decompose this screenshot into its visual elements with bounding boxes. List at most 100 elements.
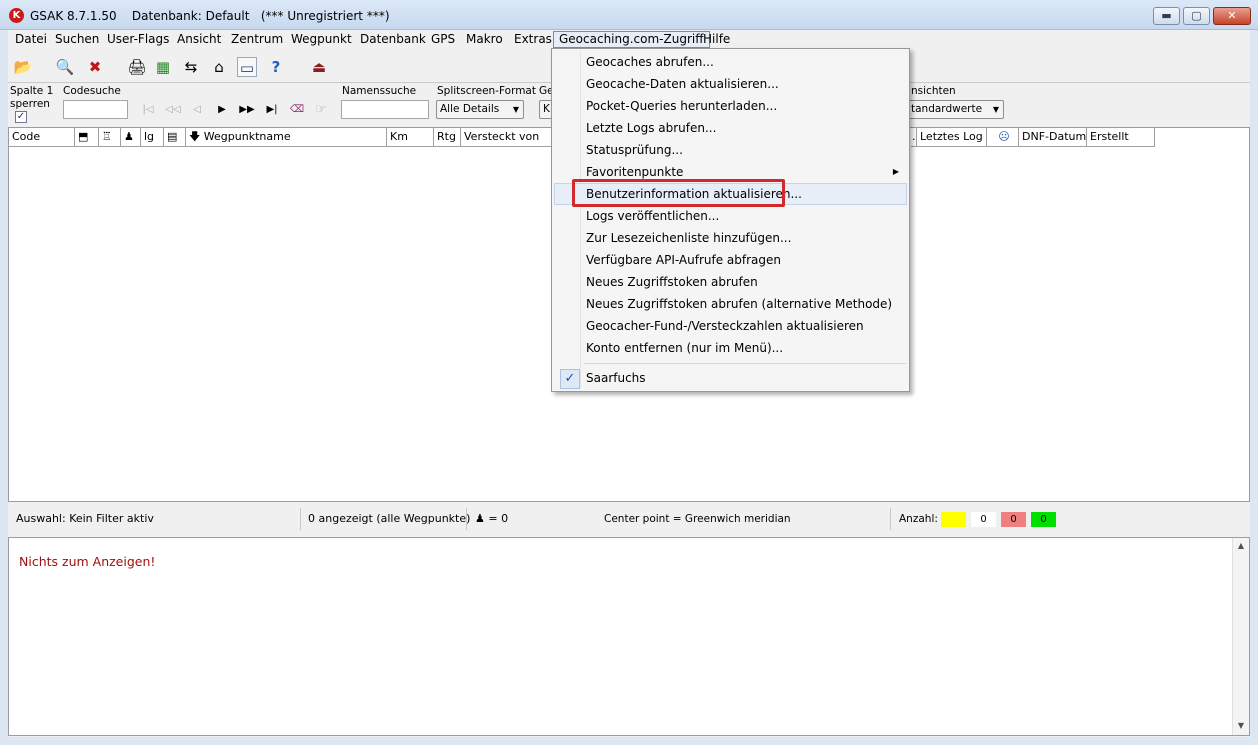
geocaching-zugriff-menu: Geocaches abrufen... Geocache-Daten aktu… [551,48,910,392]
codesuche-input[interactable] [63,100,128,119]
chevron-down-icon: ▼ [512,105,519,114]
menu-zugriffstoken-alt[interactable]: Neues Zugriffstoken abrufen (alternative… [554,293,907,315]
col-rtg[interactable]: Rtg [434,128,461,147]
menu-letzte-logs[interactable]: Letzte Logs abrufen... [554,117,907,139]
col-wegpunktname[interactable]: 🡇 Wegpunktname [186,128,387,147]
window-title: GSAK 8.7.1.50 Datenbank: Default (*** Un… [30,9,390,23]
person-icon: ♟ [475,512,485,525]
col-km[interactable]: Km [387,128,434,147]
status-filter: Auswahl: Kein Filter aktiv [8,508,301,530]
col-container[interactable]: ⬒ [75,128,99,147]
ansichten-select[interactable]: tandardwerte ▼ [904,100,1004,119]
account-label: Saarfuchs [586,371,646,385]
menu-geocaches-abrufen[interactable]: Geocaches abrufen... [554,51,907,73]
empty-message: Nichts zum Anzeigen! [19,554,156,569]
menu-zugriffstoken[interactable]: Neues Zugriffstoken abrufen [554,271,907,293]
count-yellow [941,512,966,527]
ge-value: K [543,103,550,115]
help-icon[interactable]: ? [266,57,286,77]
gsak-logo-icon: K [9,8,24,23]
menu-api-aufrufe[interactable]: Verfügbare API-Aufrufe abfragen [554,249,907,271]
menu-suchen[interactable]: Suchen [50,31,104,48]
exit-icon[interactable]: ⏏ [309,57,329,77]
col-lg[interactable]: lg [141,128,164,147]
menu-zentrum[interactable]: Zentrum [226,31,288,48]
menu-pocket-queries[interactable]: Pocket-Queries herunterladen... [554,95,907,117]
splitscreen-select[interactable]: Alle Details ▼ [436,100,524,119]
menu-extras[interactable]: Extras [509,31,557,48]
codesuche-label: Codesuche [63,85,121,97]
menu-statuspruefung[interactable]: Statusprüfung... [554,139,907,161]
first-record-icon[interactable]: |◁ [139,101,157,119]
preview-icon[interactable]: 🔍 [55,57,75,77]
col-person[interactable]: ♟ [121,128,141,147]
print-icon[interactable]: 🖨 [127,57,147,77]
spalte-label: Spalte 1 [10,85,54,97]
scroll-down-icon[interactable]: ▼ [1233,718,1249,734]
pointing-hand-icon[interactable]: ☞ [312,101,330,119]
detail-pane[interactable]: Nichts zum Anzeigen! ▲ ▼ [8,537,1250,736]
col-dnf-icon[interactable]: ☹ [987,128,1019,147]
status-shown: 0 angezeigt (alle Wegpunkte) [301,508,470,530]
menu-logs-veroeffentlichen[interactable]: Logs veröffentlichen... [554,205,907,227]
menu-ansicht[interactable]: Ansicht [172,31,226,48]
menu-datenbank[interactable]: Datenbank [355,31,431,48]
splitscreen-label: Splitscreen-Format [437,85,536,97]
next-record-icon[interactable]: ▶ [213,101,231,119]
next-page-icon[interactable]: ▶▶ [238,101,256,119]
menu-fund-versteckzahlen[interactable]: Geocacher-Fund-/Versteckzahlen aktualisi… [554,315,907,337]
open-folder-icon[interactable]: 📂 [13,57,33,77]
col-letztes-log[interactable]: Letztes Log [917,128,987,147]
submenu-arrow-icon: ▶ [892,167,899,176]
close-button[interactable]: ✕ [1213,7,1251,25]
title-bar: K GSAK 8.7.1.50 Datenbank: Default (*** … [0,0,1258,30]
maximize-button[interactable]: ▢ [1183,7,1210,25]
prev-record-icon[interactable]: ◁ [188,101,206,119]
col-dnf-datum[interactable]: DNF-Datum [1019,128,1087,147]
splitscreen-value: Alle Details [440,103,500,115]
grid-view-icon[interactable]: ▦ [153,57,173,77]
menu-user-flags[interactable]: User-Flags [102,31,174,48]
home-icon[interactable]: ⌂ [209,57,229,77]
status-person: ♟ = 0 [467,508,596,530]
namenssuche-input[interactable] [341,100,429,119]
transfer-icon[interactable]: ⇆ [181,57,201,77]
eraser-icon[interactable]: ⌫ [288,101,306,119]
col-user-flag[interactable]: ♖ [99,128,121,147]
detail-scrollbar[interactable]: ▲ ▼ [1232,538,1249,735]
menu-datei[interactable]: Datei [10,31,52,48]
menu-bar: Datei Suchen User-Flags Ansicht Zentrum … [8,30,1250,49]
count-white: 0 [971,512,996,527]
menu-lesezeichenliste[interactable]: Zur Lesezeichenliste hinzufügen... [554,227,907,249]
highlight-annotation-box [572,179,785,207]
menu-geocaching-zugriff[interactable]: Geocaching.com-Zugriff [553,31,710,48]
status-bar: Auswahl: Kein Filter aktiv 0 angezeigt (… [8,508,1250,530]
menu-konto-entfernen[interactable]: Konto entfernen (nur im Menü)... [554,337,907,359]
menu-favoritenpunkte-label: Favoritenpunkte [586,165,684,179]
menu-account-saarfuchs[interactable]: ✓ Saarfuchs [554,367,907,389]
menu-wegpunkt[interactable]: Wegpunkt [286,31,357,48]
last-record-icon[interactable]: ▶| [263,101,281,119]
col-versteckt-von[interactable]: Versteckt von [461,128,553,147]
menu-gps[interactable]: GPS [426,31,460,48]
menu-separator [584,363,906,364]
menu-makro[interactable]: Makro [461,31,508,48]
delete-icon[interactable]: ✖ [85,57,105,77]
col-erstellt[interactable]: Erstellt [1087,128,1155,147]
count-red: 0 [1001,512,1026,527]
minimize-button[interactable]: ▬ [1153,7,1180,25]
namenssuche-label: Namenssuche [342,85,417,97]
ansichten-value: tandardwerte [911,103,983,115]
status-center: Center point = Greenwich meridian [596,508,891,530]
spalte-sperren-checkbox[interactable]: ✓ [15,111,27,123]
scroll-up-icon[interactable]: ▲ [1233,538,1249,554]
menu-geocache-daten-aktualisieren[interactable]: Geocache-Daten aktualisieren... [554,73,907,95]
status-person-count: = 0 [488,512,509,525]
checkmark-icon: ✓ [560,369,580,389]
menu-hilfe[interactable]: Hilfe [698,31,735,48]
col-notes[interactable]: ▤ [164,128,186,147]
split-window-icon[interactable]: ▭ [237,57,257,77]
col-code[interactable]: Code [9,128,75,147]
prev-page-icon[interactable]: ◁◁ [164,101,182,119]
ansichten-label: nsichten [911,85,956,97]
